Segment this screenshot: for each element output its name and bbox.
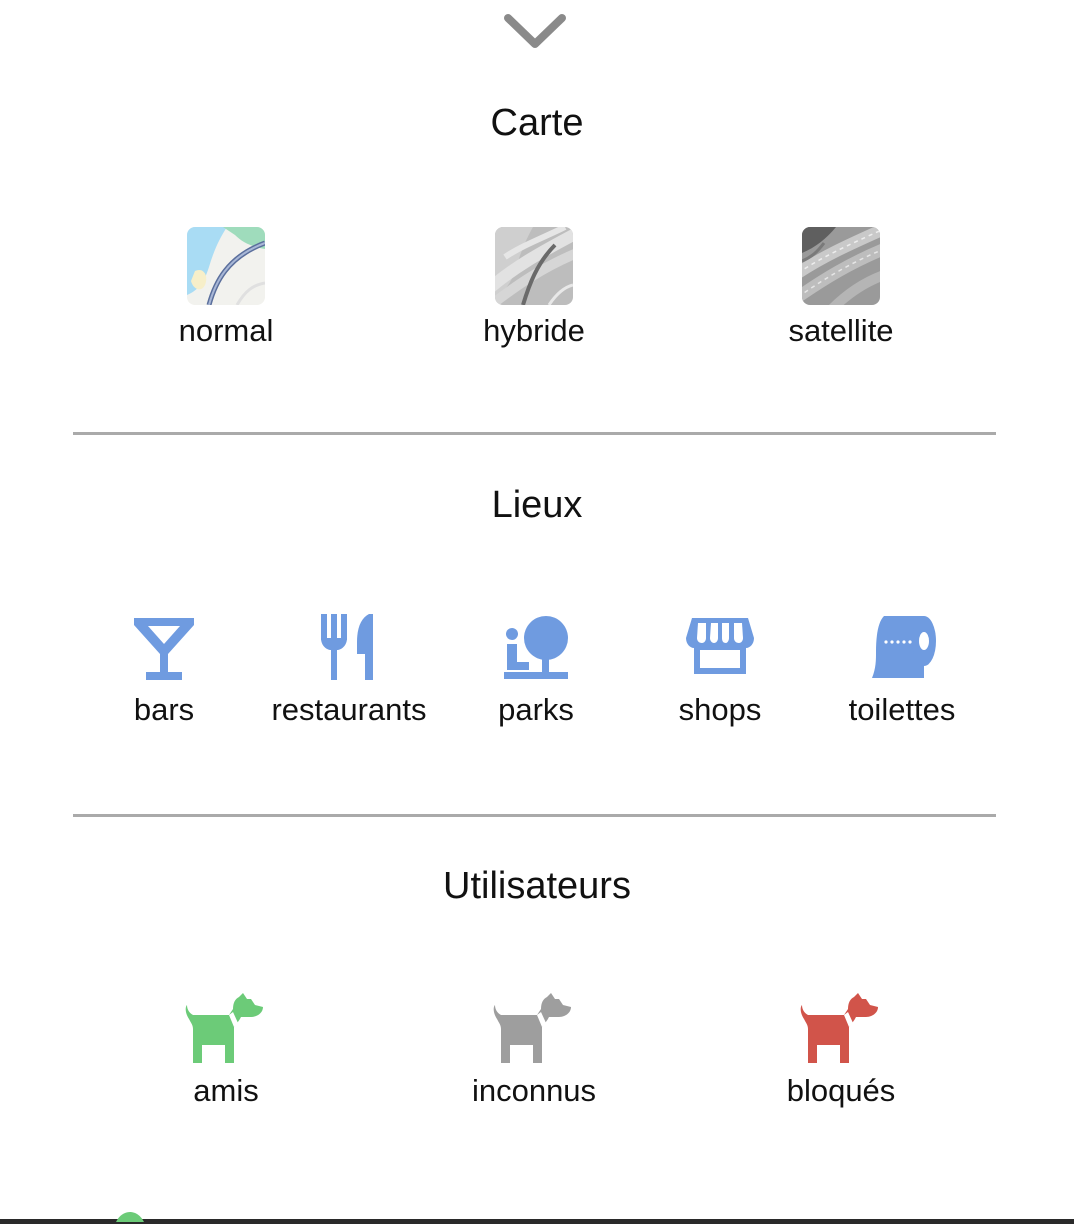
section-title-map: Carte (490, 102, 584, 144)
user-filter-amis[interactable]: amis (126, 993, 326, 1109)
place-filter-toilettes[interactable]: toilettes (822, 612, 982, 728)
chevron-down-icon (504, 14, 566, 48)
map-marker-peek (116, 1212, 144, 1222)
dog-icon (800, 993, 878, 1063)
section-divider (73, 814, 996, 817)
section-title-users: Utilisateurs (443, 865, 631, 907)
toilet-paper-icon (872, 616, 936, 678)
map-type-label: hybride (483, 313, 585, 348)
place-filter-parks[interactable]: parks (456, 612, 616, 728)
park-tree-icon (504, 616, 568, 679)
dog-icon (493, 993, 571, 1063)
place-filter-label: restaurants (271, 692, 427, 727)
map-hybrid-thumbnail (495, 227, 573, 305)
place-filter-shops[interactable]: shops (640, 612, 800, 728)
fork-knife-icon (321, 614, 373, 680)
cocktail-glass-icon (134, 618, 194, 680)
map-type-label: satellite (788, 313, 894, 348)
section-title-places: Lieux (491, 484, 583, 526)
user-filter-label: inconnus (471, 1073, 597, 1108)
section-divider (73, 432, 996, 435)
map-type-satellite-option[interactable]: satellite (741, 227, 941, 349)
map-satellite-thumbnail (802, 227, 880, 305)
dog-icon (185, 993, 263, 1063)
place-filter-restaurants[interactable]: restaurants (259, 612, 439, 728)
user-filter-label: bloqués (786, 1073, 896, 1108)
sheet-bottom-edge (0, 1219, 1074, 1224)
map-filter-sheet: Carte normal hybride satellite Lieux bar… (0, 0, 1074, 1224)
place-filter-label: shops (678, 692, 762, 727)
place-filter-bars[interactable]: bars (84, 612, 244, 728)
place-filter-label: toilettes (848, 692, 956, 727)
map-normal-thumbnail (187, 227, 265, 305)
collapse-sheet-button[interactable] (502, 10, 568, 52)
user-filter-inconnus[interactable]: inconnus (434, 993, 634, 1109)
user-filter-bloques[interactable]: bloqués (741, 993, 941, 1109)
map-type-label: normal (178, 313, 274, 348)
map-type-normal-option[interactable]: normal (126, 227, 326, 349)
storefront-icon (686, 618, 754, 674)
user-filter-label: amis (193, 1073, 259, 1108)
map-type-hybrid-option[interactable]: hybride (434, 227, 634, 349)
place-filter-label: bars (133, 692, 195, 727)
place-filter-label: parks (498, 692, 574, 727)
